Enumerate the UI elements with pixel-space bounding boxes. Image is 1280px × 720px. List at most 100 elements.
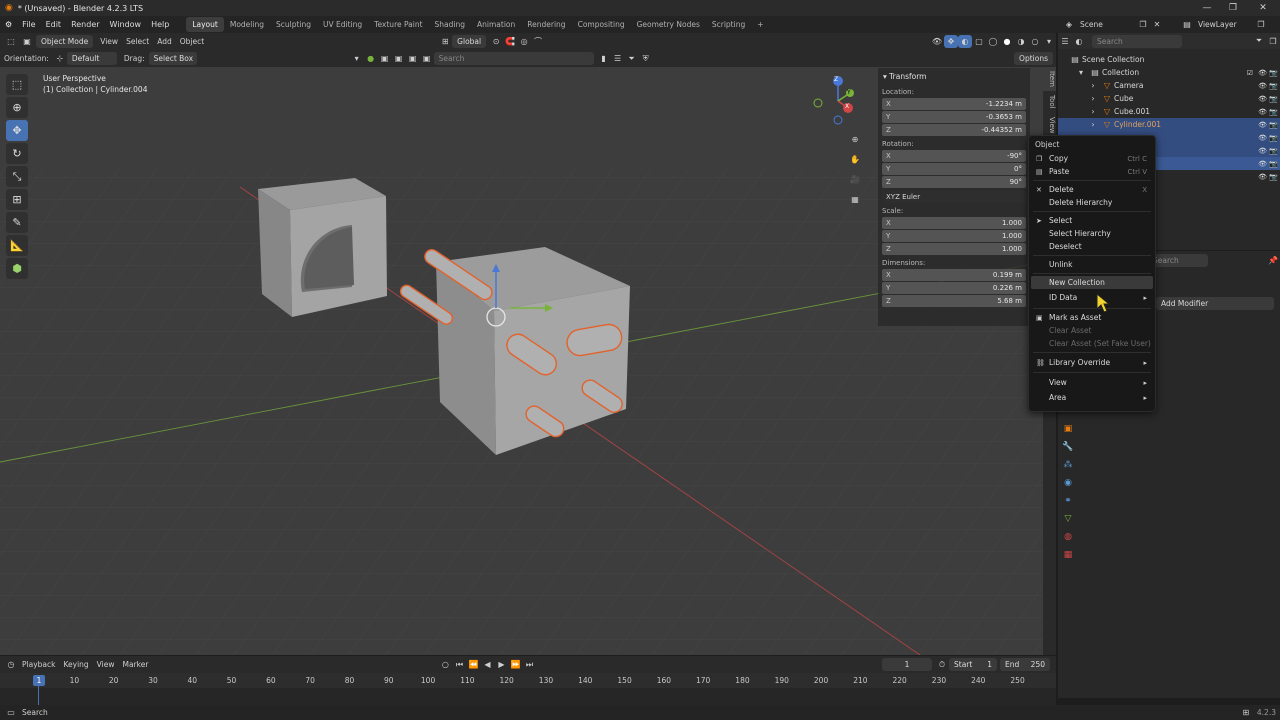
- location-y-field[interactable]: Y -0.3653 m: [882, 111, 1026, 123]
- dimensions-x-field[interactable]: X 0.199 m: [882, 269, 1026, 281]
- dimensions-z-field[interactable]: Z 5.68 m: [882, 295, 1026, 307]
- eye-icon[interactable]: 👁: [1258, 108, 1267, 116]
- outliner-search-input[interactable]: Search: [1092, 34, 1182, 48]
- cursor-tool-icon[interactable]: ⊕: [6, 97, 28, 118]
- menu-item-new-collection[interactable]: New Collection: [1031, 276, 1153, 289]
- rotation-y-field[interactable]: Y 0°: [882, 163, 1026, 175]
- camera-render-icon[interactable]: 📷: [1269, 134, 1278, 142]
- jump-keyframe-back-icon[interactable]: ⏪: [466, 658, 480, 671]
- view-layer-selector[interactable]: ▤ ViewLayer ❐: [1180, 18, 1268, 31]
- select-invert-icon[interactable]: ▣: [420, 52, 434, 65]
- workspace-tab-uv-editing[interactable]: UV Editing: [317, 17, 368, 32]
- timeline-menu-view[interactable]: View: [93, 660, 119, 669]
- timeline-menu-marker[interactable]: Marker: [118, 660, 152, 669]
- outliner-row-collection[interactable]: ▾ ▤ Collection ☑ 👁 📷: [1058, 66, 1280, 79]
- menu-item-deselect[interactable]: Deselect: [1029, 240, 1155, 253]
- rotation-x-field[interactable]: X -90°: [882, 150, 1026, 162]
- eye-icon[interactable]: 👁: [1258, 173, 1267, 181]
- rendered-shading-icon[interactable]: ○: [1028, 35, 1042, 48]
- rotation-z-field[interactable]: Z 90°: [882, 176, 1026, 188]
- drag-dropdown[interactable]: Select Box: [148, 52, 197, 65]
- outliner-row-scene-collection[interactable]: ▤ Scene Collection: [1058, 53, 1280, 66]
- timeline-editor-icon[interactable]: ◷: [4, 658, 18, 671]
- properties-search-input[interactable]: Search: [1148, 253, 1208, 267]
- menu-item-view[interactable]: View ▸: [1029, 375, 1155, 390]
- menu-item-delete[interactable]: ✕ Delete X: [1029, 183, 1155, 196]
- gizmo-toggle-icon[interactable]: ✥: [944, 35, 958, 48]
- object-properties-icon[interactable]: ▣: [1058, 420, 1078, 438]
- current-frame-marker[interactable]: 1: [33, 675, 45, 686]
- expand-icon[interactable]: ›: [1086, 92, 1100, 105]
- overlay-toggle-icon[interactable]: ◐: [958, 35, 972, 48]
- display-mode-icon[interactable]: ◐: [1072, 35, 1086, 48]
- viewport-menu-add[interactable]: Add: [153, 37, 176, 46]
- annotate-tool-icon[interactable]: ✎: [6, 212, 28, 233]
- current-frame-field[interactable]: 1: [882, 658, 932, 671]
- eye-icon[interactable]: 👁: [1258, 160, 1267, 168]
- camera-view-icon[interactable]: 🎥: [848, 169, 862, 189]
- menu-item-id-data[interactable]: ID Data ▸: [1029, 289, 1155, 306]
- navigation-gizmo[interactable]: Z X Y: [812, 75, 864, 127]
- start-frame-field[interactable]: Start 1: [949, 658, 997, 671]
- dimensions-y-field[interactable]: Y 0.226 m: [882, 282, 1026, 294]
- pivot-icon[interactable]: ⊙: [489, 35, 503, 48]
- add-workspace-button[interactable]: +: [751, 17, 769, 32]
- expand-icon[interactable]: ›: [1086, 79, 1100, 92]
- modifier-properties-icon[interactable]: 🔧: [1058, 438, 1078, 456]
- camera-render-icon[interactable]: 📷: [1269, 108, 1278, 116]
- minimize-button[interactable]: —: [1194, 0, 1220, 16]
- transform-tool-icon[interactable]: ⊞: [6, 189, 28, 210]
- pan-hand-icon[interactable]: ✋: [848, 149, 862, 169]
- end-frame-field[interactable]: End 250: [1000, 658, 1050, 671]
- expand-icon[interactable]: ›: [1086, 105, 1100, 118]
- workspace-tab-sculpting[interactable]: Sculpting: [270, 17, 317, 32]
- camera-render-icon[interactable]: 📷: [1269, 173, 1278, 181]
- menu-item-mark-as-asset[interactable]: ▣ Mark as Asset: [1029, 311, 1155, 324]
- select-box-tool-icon[interactable]: ⬚: [6, 74, 28, 95]
- pin-icon[interactable]: 📌: [1266, 254, 1280, 267]
- eye-icon[interactable]: 👁: [1258, 95, 1267, 103]
- mode-dropdown[interactable]: Object Mode: [36, 35, 94, 48]
- workspace-tab-shading[interactable]: Shading: [429, 17, 471, 32]
- add-modifier-button[interactable]: Add Modifier: [1156, 297, 1274, 310]
- workspace-tab-rendering[interactable]: Rendering: [521, 17, 571, 32]
- jump-keyframe-forward-icon[interactable]: ⏩: [508, 658, 522, 671]
- menu-item-area[interactable]: Area ▸: [1029, 390, 1155, 405]
- material-properties-icon[interactable]: ◍: [1058, 528, 1078, 546]
- xray-toggle-icon[interactable]: ▢: [972, 35, 986, 48]
- data-properties-icon[interactable]: ▽: [1058, 510, 1078, 528]
- timeline-menu-playback[interactable]: Playback: [18, 660, 59, 669]
- outliner-editor-icon[interactable]: ☰: [1058, 35, 1072, 48]
- camera-render-icon[interactable]: 📷: [1269, 82, 1278, 90]
- viewport-menu-select[interactable]: Select: [122, 37, 153, 46]
- outliner-row-cylinder-001[interactable]: › ▽ Cylinder.001 👁 📷: [1058, 118, 1280, 131]
- camera-render-icon[interactable]: 📷: [1269, 69, 1278, 77]
- filter-icon[interactable]: ⏷: [625, 52, 639, 65]
- close-button[interactable]: ✕: [1250, 0, 1276, 16]
- workspace-tab-texture-paint[interactable]: Texture Paint: [368, 17, 428, 32]
- scale-z-field[interactable]: Z 1.000: [882, 243, 1026, 255]
- menu-file[interactable]: File: [17, 20, 40, 29]
- transform-panel-header[interactable]: ▾ Transform: [878, 68, 1030, 85]
- move-tool-icon[interactable]: ✥: [6, 120, 28, 141]
- scale-x-field[interactable]: X 1.000: [882, 217, 1026, 229]
- scale-y-field[interactable]: Y 1.000: [882, 230, 1026, 242]
- constraints-properties-icon[interactable]: ⚭: [1058, 492, 1078, 510]
- scene-selector[interactable]: ◈ Scene ❐ ✕: [1062, 18, 1164, 31]
- transform-orientation-dropdown[interactable]: Global: [452, 35, 487, 48]
- viewport-search-input[interactable]: Search: [433, 52, 594, 65]
- eye-icon[interactable]: 👁: [1258, 147, 1267, 155]
- view-layer-name[interactable]: ViewLayer: [1194, 20, 1254, 29]
- outliner-filter-icon[interactable]: ⏷: [1252, 35, 1266, 48]
- scale-tool-icon[interactable]: ⤡: [6, 166, 28, 187]
- workspace-tab-layout[interactable]: Layout: [186, 17, 224, 32]
- menu-help[interactable]: Help: [146, 20, 174, 29]
- physics-properties-icon[interactable]: ◉: [1058, 474, 1078, 492]
- menu-item-unlink[interactable]: Unlink: [1029, 258, 1155, 271]
- camera-render-icon[interactable]: 📷: [1269, 147, 1278, 155]
- perspective-grid-icon[interactable]: ▦: [848, 189, 862, 209]
- workspace-tab-compositing[interactable]: Compositing: [572, 17, 631, 32]
- rotate-tool-icon[interactable]: ↻: [6, 143, 28, 164]
- workspace-tab-scripting[interactable]: Scripting: [706, 17, 751, 32]
- bookmark-icon[interactable]: ▮: [597, 52, 611, 65]
